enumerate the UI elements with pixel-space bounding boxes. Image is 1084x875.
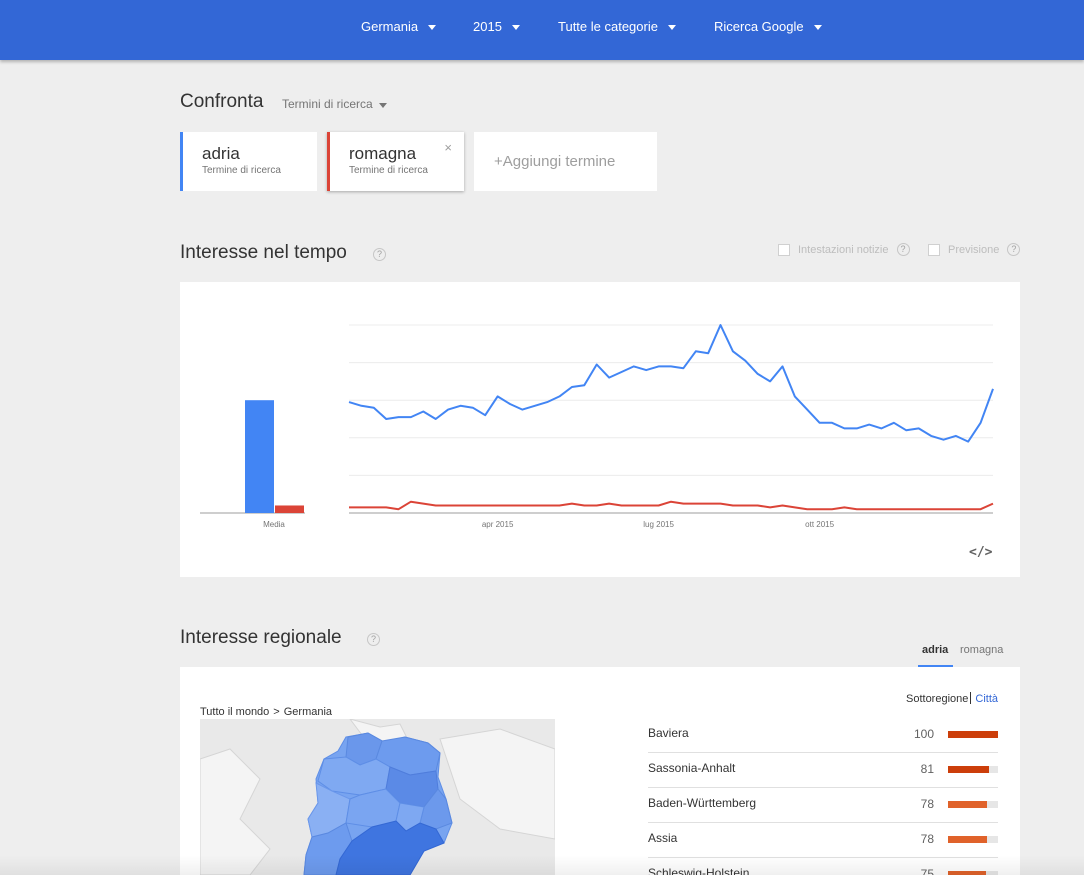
average-bar-romagna (275, 505, 304, 513)
help-icon[interactable]: ? (373, 248, 386, 261)
term-card-romagna[interactable]: romagna Termine di ricerca × (327, 132, 464, 191)
x-tick-label: apr 2015 (482, 520, 514, 529)
add-term-label: Aggiungi termine (502, 153, 616, 170)
interest-time-title: Interesse nel tempo (180, 242, 347, 263)
region-row[interactable]: Schleswig-Holstein 75 (648, 858, 998, 875)
region-name: Assia (648, 831, 678, 845)
series-line-romagna (349, 500, 994, 511)
region-bar-fill (948, 766, 989, 773)
news-headlines-option: Intestazioni notizie ? (778, 243, 910, 256)
tab-adria[interactable]: adria (918, 644, 954, 668)
forecast-checkbox[interactable] (928, 243, 940, 256)
region-bar-track (948, 836, 998, 843)
series-line-adria (348, 324, 994, 443)
region-bar-fill (948, 836, 987, 843)
average-label: Media (263, 520, 285, 529)
news-headlines-label: Intestazioni notizie (798, 243, 889, 256)
region-value: 78 (920, 797, 934, 811)
compare-type-dropdown[interactable]: Termini di ricerca (282, 97, 387, 111)
search-type-filter-dropdown[interactable]: Ricerca Google (714, 19, 822, 34)
country-filter-dropdown[interactable]: Germania (361, 19, 437, 34)
resolution-subregion[interactable]: Sottoregione (906, 693, 968, 705)
region-row[interactable]: Baden-Württemberg 78 (648, 788, 998, 823)
region-bar-track (948, 871, 998, 875)
region-name: Baviera (648, 726, 689, 740)
help-icon[interactable]: ? (1007, 243, 1021, 256)
plus-icon: + (494, 153, 503, 170)
region-value: 78 (920, 832, 934, 846)
chevron-down-icon (511, 25, 520, 30)
region-value: 100 (913, 727, 934, 741)
term-type: Termine di ricerca (202, 165, 281, 176)
region-map[interactable] (200, 719, 555, 875)
breadcrumb: Tutto il mondo > Germania (200, 706, 332, 718)
help-icon[interactable]: ? (367, 633, 380, 646)
breadcrumb-root[interactable]: Tutto il mondo (200, 706, 269, 718)
region-bar-track (948, 731, 998, 738)
interest-time-card: Media apr 2015 lug 2015 ott 2015 (180, 282, 1020, 577)
x-tick-label: ott 2015 (805, 520, 834, 529)
interest-time-chart: Media apr 2015 lug 2015 ott 2015 (200, 324, 994, 529)
forecast-label: Previsione (948, 243, 1000, 256)
resolution-city[interactable]: Città (975, 693, 998, 705)
region-row[interactable]: Sassonia-Anhalt 81 (648, 753, 998, 788)
region-name: Schleswig-Holstein (648, 866, 750, 875)
term-name: romagna (349, 144, 417, 163)
term-name: adria (202, 144, 240, 163)
interest-region-title: Interesse regionale (180, 627, 342, 648)
time-filter-dropdown[interactable]: 2015 (473, 19, 520, 34)
compare-type-label: Termini di ricerca (282, 97, 373, 111)
resolution-divider (970, 692, 972, 704)
resolution-toggle: Sottoregione Città (906, 692, 998, 705)
compare-title: Confronta (180, 91, 264, 112)
region-bar-fill (948, 801, 987, 808)
region-value: 81 (920, 762, 934, 776)
region-value: 75 (920, 867, 934, 875)
region-row[interactable]: Assia 78 (648, 823, 998, 858)
breadcrumb-separator: > (273, 706, 280, 718)
region-bar-track (948, 801, 998, 808)
chevron-down-icon (667, 25, 676, 30)
x-tick-label: lug 2015 (643, 520, 674, 529)
category-filter-dropdown[interactable]: Tutte le categorie (558, 19, 676, 34)
help-icon[interactable]: ? (896, 243, 910, 256)
region-name: Baden-Württemberg (648, 796, 757, 810)
forecast-option: Previsione ? (928, 243, 1021, 256)
region-bar-fill (948, 871, 986, 875)
top-bar: Germania 2015 Tutte le categorie Ricerca… (0, 0, 1084, 60)
region-name: Sassonia-Anhalt (648, 761, 736, 775)
average-bar-adria (245, 400, 274, 513)
embed-code-icon[interactable]: </> (969, 545, 992, 560)
region-bar-fill (948, 731, 998, 738)
term-card-adria[interactable]: adria Termine di ricerca (180, 132, 317, 191)
time-filter-label: 2015 (473, 19, 502, 34)
country-filter-label: Germania (361, 19, 419, 34)
region-row[interactable]: Baviera 100 (648, 718, 998, 753)
chevron-down-icon (378, 102, 387, 108)
chevron-down-icon (428, 25, 437, 30)
region-bar-track (948, 766, 998, 773)
term-type: Termine di ricerca (349, 165, 428, 176)
chevron-down-icon (813, 25, 822, 30)
germany-map (200, 719, 555, 875)
search-type-filter-label: Ricerca Google (714, 19, 804, 34)
tab-romagna[interactable]: romagna (960, 644, 1003, 665)
add-term-button[interactable]: +Aggiungi termine (474, 132, 657, 191)
breadcrumb-current: Germania (283, 706, 333, 718)
category-filter-label: Tutte le categorie (558, 19, 658, 34)
news-headlines-checkbox[interactable] (778, 243, 790, 256)
close-icon[interactable]: × (444, 140, 452, 155)
